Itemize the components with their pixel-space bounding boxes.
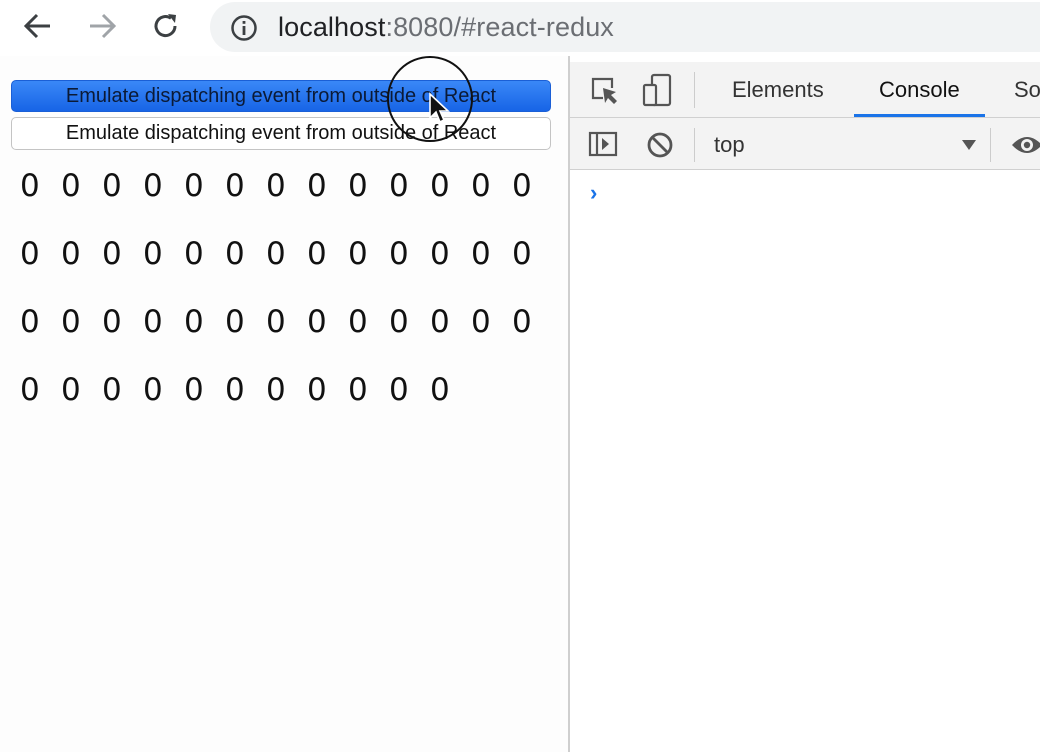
devtools-panel: Elements Console So top › [568, 56, 1040, 752]
counter-value: 0 [430, 236, 450, 272]
url-path: :8080/#react-redux [385, 12, 614, 42]
eye-icon[interactable] [1010, 132, 1040, 158]
page-content: Emulate dispatching event from outside o… [0, 56, 568, 752]
counter-value: 0 [20, 372, 40, 408]
url-text: localhost:8080/#react-redux [278, 11, 614, 43]
counter-value: 0 [389, 372, 409, 408]
arrow-right-icon [90, 13, 117, 39]
tab-console[interactable]: Console [854, 62, 985, 117]
devtools-tabbar: Elements Console So [570, 62, 1040, 118]
address-bar[interactable]: localhost:8080/#react-redux [210, 2, 1040, 52]
console-prompt[interactable]: › [590, 180, 597, 206]
counter-value: 0 [430, 372, 450, 408]
counter-value: 0 [266, 236, 286, 272]
context-selector[interactable]: top [714, 130, 976, 160]
counter-value: 0 [471, 304, 491, 340]
browser-toolbar: localhost:8080/#react-redux [0, 0, 1040, 56]
counter-value: 0 [307, 372, 327, 408]
counter-value: 0 [430, 168, 450, 204]
counter-value: 0 [102, 236, 122, 272]
dispatch-event-button[interactable]: Emulate dispatching event from outside o… [11, 80, 551, 112]
counter-value: 0 [20, 168, 40, 204]
counter-value: 0 [143, 236, 163, 272]
counter-value: 0 [307, 236, 327, 272]
counter-value: 0 [266, 304, 286, 340]
console-toolbar: top [570, 118, 1040, 170]
url-host: localhost [278, 12, 386, 42]
counter-row: 0000000000000 [20, 168, 550, 236]
screen: localhost:8080/#react-redux Emulate disp… [0, 0, 1040, 752]
counter-value: 0 [512, 168, 532, 204]
reload-button[interactable] [146, 8, 186, 44]
info-icon[interactable] [230, 14, 258, 42]
counter-value: 0 [184, 372, 204, 408]
toolbar-divider [694, 72, 695, 108]
counter-row: 00000000000 [20, 372, 550, 440]
reload-icon [154, 14, 177, 38]
counter-value: 0 [307, 304, 327, 340]
counter-value: 0 [512, 304, 532, 340]
counter-value: 0 [471, 236, 491, 272]
counter-value: 0 [225, 236, 245, 272]
counter-value: 0 [389, 168, 409, 204]
context-label: top [714, 132, 745, 157]
counter-value: 0 [61, 236, 81, 272]
arrow-left-icon [23, 13, 50, 39]
counter-value: 0 [430, 304, 450, 340]
inspect-element-icon[interactable] [590, 76, 620, 106]
counter-value: 0 [20, 236, 40, 272]
device-toolbar-icon[interactable] [642, 73, 674, 107]
counter-value: 0 [348, 372, 368, 408]
counter-value: 0 [512, 236, 532, 272]
counter-value: 0 [225, 168, 245, 204]
counter-value: 0 [389, 304, 409, 340]
console-toolbar-divider-2 [990, 128, 991, 162]
counter-value: 0 [471, 168, 491, 204]
counter-value: 0 [389, 236, 409, 272]
clear-console-icon[interactable] [646, 131, 674, 159]
dispatch-event-button-secondary[interactable]: Emulate dispatching event from outside o… [11, 117, 551, 150]
dropdown-arrow-icon [962, 140, 976, 150]
sidebar-toggle-icon[interactable] [588, 131, 618, 157]
counter-value: 0 [184, 304, 204, 340]
counter-value: 0 [61, 372, 81, 408]
counter-value: 0 [20, 304, 40, 340]
counter-value: 0 [225, 372, 245, 408]
counter-value: 0 [225, 304, 245, 340]
counter-value: 0 [348, 236, 368, 272]
counter-value: 0 [143, 168, 163, 204]
counter-value: 0 [102, 372, 122, 408]
counter-value: 0 [143, 304, 163, 340]
tab-elements[interactable]: Elements [732, 62, 824, 117]
console-toolbar-divider [694, 128, 695, 162]
counter-value: 0 [102, 168, 122, 204]
counter-value: 0 [348, 168, 368, 204]
counter-grid: 0000000000000000000000000000000000000000… [20, 168, 550, 440]
counter-row: 0000000000000 [20, 236, 550, 304]
counter-value: 0 [184, 236, 204, 272]
counter-value: 0 [61, 168, 81, 204]
counter-value: 0 [266, 168, 286, 204]
counter-value: 0 [143, 372, 163, 408]
counter-value: 0 [307, 168, 327, 204]
counter-value: 0 [348, 304, 368, 340]
counter-value: 0 [266, 372, 286, 408]
back-button[interactable] [18, 8, 58, 44]
counter-row: 0000000000000 [20, 304, 550, 372]
counter-value: 0 [184, 168, 204, 204]
counter-value: 0 [102, 304, 122, 340]
counter-value: 0 [61, 304, 81, 340]
tab-sources[interactable]: So [1014, 62, 1040, 117]
forward-button[interactable] [82, 8, 122, 44]
